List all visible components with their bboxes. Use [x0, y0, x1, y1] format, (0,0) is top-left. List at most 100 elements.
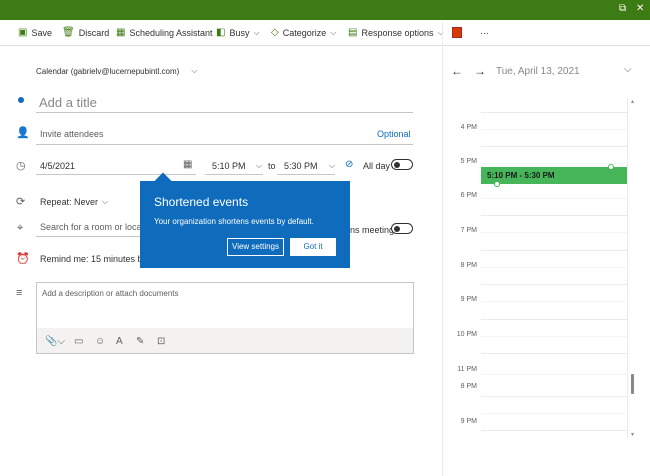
description-input[interactable]: Add a description or attach documents: [42, 289, 179, 298]
chevron-down-icon[interactable]: ⌵: [329, 161, 335, 171]
teams-meeting-label: ns meeting: [350, 225, 395, 235]
to-label: to: [268, 161, 276, 171]
half-hour-line: [481, 374, 628, 375]
trash-icon: 🗑: [62, 27, 75, 38]
end-time-underline: [277, 174, 335, 175]
calendar-grid-icon: ▦: [116, 27, 126, 38]
got-it-button[interactable]: Got it: [290, 238, 336, 256]
loop-icon[interactable]: ⊡: [157, 336, 165, 347]
categorize-dropdown[interactable]: ◇ Categorize ⌵: [271, 27, 336, 39]
response-options-dropdown[interactable]: ▤ Response options ⌵: [348, 27, 444, 39]
location-pin-icon: ⌖: [17, 222, 24, 234]
start-time-input[interactable]: 5:10 PM: [212, 161, 246, 171]
half-hour-line: [481, 267, 628, 268]
format-icon[interactable]: A: [116, 336, 123, 347]
attach-icon[interactable]: 📎⌵: [45, 336, 65, 347]
popout-icon[interactable]: ⧉: [619, 3, 626, 15]
title-underline: [36, 112, 413, 113]
chevron-down-icon[interactable]: ⌵: [256, 161, 262, 171]
half-hour-line: [481, 198, 628, 199]
tag-icon: ◇: [271, 27, 279, 38]
chevron-down-icon: ⌵: [253, 28, 260, 37]
chevron-down-icon: ⌵: [191, 66, 198, 75]
event-resize-handle-top[interactable]: [608, 164, 614, 170]
scroll-down-arrow[interactable]: ▾: [631, 431, 634, 438]
scheduling-assistant-button[interactable]: ▦ Scheduling Assistant: [116, 27, 213, 39]
busy-dropdown[interactable]: ◧ Busy ⌵: [216, 27, 260, 39]
popup-title: Shortened events: [154, 195, 249, 209]
chevron-down-icon: ⌵: [102, 197, 109, 206]
hour-label: 4 PM: [460, 124, 477, 131]
repeat-dropdown[interactable]: Repeat: Never ⌵: [40, 197, 108, 207]
scrollbar-thumb[interactable]: [631, 374, 634, 394]
app-icon[interactable]: [452, 27, 462, 38]
pane-divider: [442, 22, 443, 476]
attendees-input[interactable]: Invite attendees: [40, 129, 104, 139]
scroll-up-arrow[interactable]: ▴: [631, 98, 634, 105]
next-day-button[interactable]: →: [474, 64, 486, 78]
repeat-icon: ⟳: [16, 196, 26, 208]
location-input[interactable]: Search for a room or location: [40, 222, 140, 232]
chevron-down-icon[interactable]: ⌵: [624, 64, 632, 75]
hour-label: 10 PM: [456, 331, 477, 338]
discard-button[interactable]: 🗑 Discard: [62, 27, 109, 39]
window-title-bar: [0, 0, 650, 20]
start-date-input[interactable]: 4/5/2021: [40, 161, 75, 171]
half-hour-line: [481, 129, 628, 130]
alarm-icon: ⏰: [16, 253, 30, 265]
popup-text: Your organization shortens events by def…: [154, 217, 314, 226]
start-time-underline: [205, 174, 263, 175]
save-button[interactable]: ▣ Save: [18, 27, 52, 39]
hour-line: [481, 284, 628, 285]
event-resize-handle-bottom[interactable]: [494, 181, 500, 187]
status-icon: ◧: [216, 27, 226, 38]
end-time-input[interactable]: 5:30 PM: [284, 161, 318, 171]
format-toolbar: [37, 328, 413, 353]
title-input[interactable]: Add a title: [39, 95, 97, 110]
hour-line: [481, 146, 628, 147]
description-box[interactable]: Add a description or attach documents: [36, 282, 414, 354]
hour-line: [481, 215, 628, 216]
teams-meeting-toggle[interactable]: [391, 223, 413, 234]
hour-label: 6 PM: [460, 192, 477, 199]
chevron-down-icon: ⌵: [330, 28, 337, 37]
pen-icon[interactable]: ✎: [136, 336, 144, 347]
timezone-icon[interactable]: ⊘: [345, 159, 353, 170]
emoji-icon[interactable]: ☺: [95, 336, 105, 347]
hour-line: [481, 430, 628, 431]
half-hour-line: [481, 232, 628, 233]
all-day-toggle[interactable]: [391, 159, 413, 170]
close-icon[interactable]: ✕: [636, 3, 644, 15]
category-dot: [18, 97, 24, 103]
calendar-icon[interactable]: ▦: [183, 159, 192, 170]
command-toolbar: ▣ Save 🗑 Discard ▦ Scheduling Assistant …: [0, 20, 650, 46]
more-options-button[interactable]: ···: [480, 27, 489, 39]
previous-day-button[interactable]: ←: [451, 64, 463, 78]
calendar-event[interactable]: 5:10 PM - 5:30 PM: [481, 167, 627, 184]
day-column-border: [627, 98, 628, 438]
image-icon[interactable]: ▭: [74, 336, 83, 347]
hour-line: [481, 319, 628, 320]
save-icon: ▣: [18, 27, 28, 38]
view-settings-button[interactable]: View settings: [227, 238, 284, 256]
reminder-dropdown[interactable]: Remind me: 15 minutes before: [40, 254, 140, 264]
hour-label: 8 PM: [460, 383, 477, 390]
all-day-label: All day: [363, 161, 391, 171]
event-time-label: 5:10 PM - 5:30 PM: [487, 171, 555, 180]
hour-line: [481, 353, 628, 354]
half-hour-line: [481, 336, 628, 337]
hour-label: 7 PM: [460, 227, 477, 234]
hour-line: [481, 250, 628, 251]
response-icon: ▤: [348, 27, 358, 38]
attendees-underline: [36, 144, 413, 145]
half-hour-line: [481, 301, 628, 302]
hour-label: 5 PM: [460, 158, 477, 165]
optional-attendees-link[interactable]: Optional: [377, 129, 411, 139]
description-icon: ≡: [16, 287, 23, 299]
hour-label: 9 PM: [460, 296, 477, 303]
shortened-events-popup: Shortened events Your organization short…: [140, 181, 350, 268]
calendar-selector[interactable]: Calendar (gabrielv@lucernepubintl.com) ⌵: [36, 66, 197, 76]
hour-line: [481, 396, 628, 397]
location-underline: [36, 236, 141, 237]
date-underline: [36, 174, 196, 175]
